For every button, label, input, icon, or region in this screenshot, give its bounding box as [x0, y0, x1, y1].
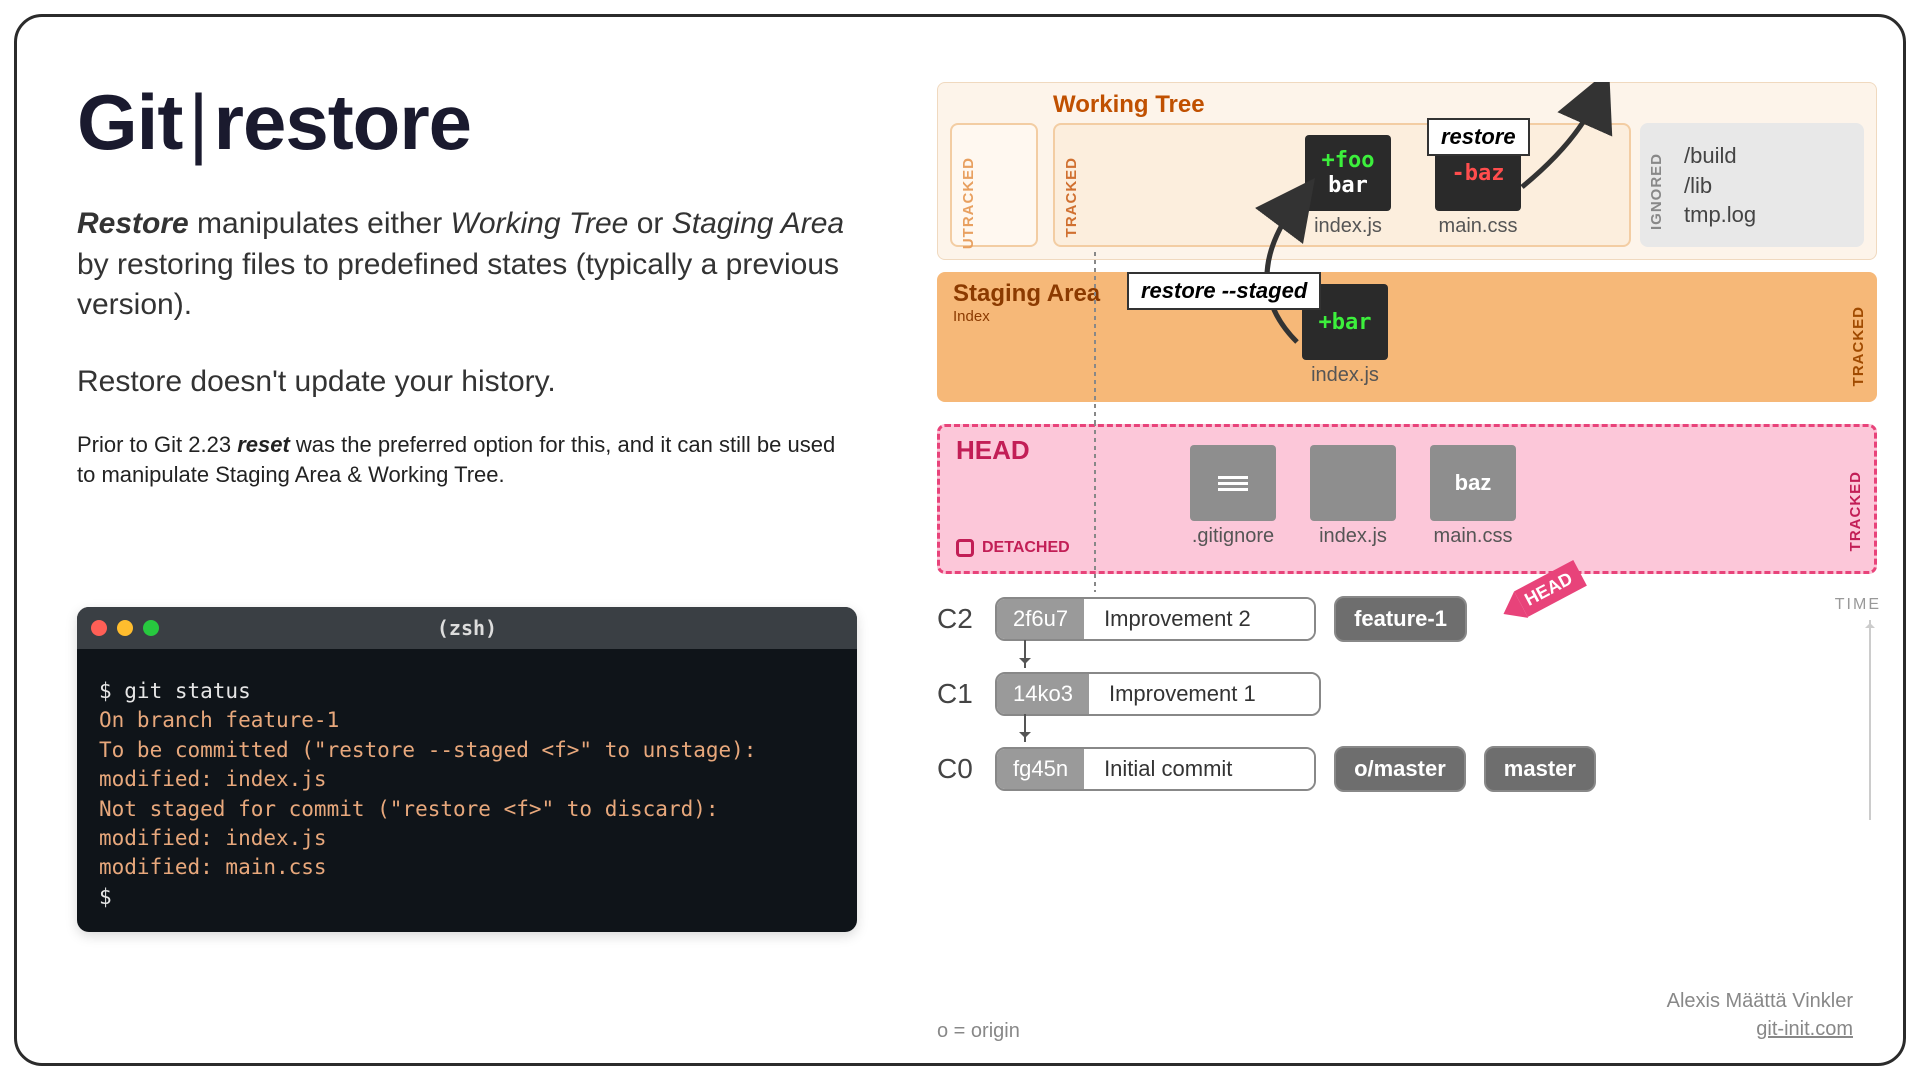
- commit-row: C2 2f6u7 Improvement 2 feature-1: [937, 596, 1877, 642]
- p1-bold: Restore: [77, 207, 189, 240]
- staging-title: Staging Area: [953, 280, 1100, 308]
- page-title: Git|restore: [77, 77, 857, 168]
- commit-arrow-icon: [1024, 640, 1026, 668]
- staging-tracked-label: TRACKED: [1850, 306, 1867, 386]
- branch-tag: feature-1: [1334, 596, 1467, 642]
- sub-paragraph: Prior to Git 2.23 reset was the preferre…: [77, 430, 857, 489]
- file-gitignore: .gitignore: [1190, 445, 1276, 548]
- untracked-box: UTRACKED: [950, 123, 1038, 247]
- head-title: HEAD: [956, 435, 1030, 466]
- terminal-line: Not staged for commit ("restore <f>" to …: [99, 795, 835, 824]
- detached-indicator: DETACHED: [956, 539, 1070, 557]
- untracked-label: UTRACKED: [960, 157, 977, 249]
- terminal-window: (zsh) $ git statusOn branch feature-1To …: [77, 607, 857, 932]
- title-cmd: restore: [214, 78, 471, 166]
- hamburger-icon: [1190, 445, 1276, 521]
- terminal-line: modified: main.css: [99, 853, 835, 882]
- head-zone: HEAD TRACKED DETACHED .gitignore index.j…: [937, 424, 1877, 574]
- commit-arrow-icon: [1024, 714, 1026, 742]
- staging-area-zone: Staging Area Index TRACKED +bar index.js: [937, 272, 1877, 402]
- note-paragraph: Restore doesn't update your history.: [77, 362, 857, 403]
- terminal-title: (zsh): [437, 616, 497, 640]
- working-tree-title: Working Tree: [1053, 91, 1205, 119]
- file-main-head: baz main.css: [1430, 445, 1516, 548]
- commit-pill: 14ko3 Improvement 1: [995, 672, 1321, 716]
- terminal-line: To be committed ("restore --staged <f>" …: [99, 736, 835, 765]
- head-tracked-label: TRACKED: [1847, 471, 1864, 551]
- title-pipe: |: [188, 78, 207, 166]
- origin-legend: o = origin: [937, 1020, 1020, 1043]
- terminal-line: modified: index.js: [99, 765, 835, 794]
- branch-tag: master: [1484, 746, 1596, 792]
- commit-row: C1 14ko3 Improvement 1: [937, 672, 1877, 716]
- terminal-line: modified: index.js: [99, 824, 835, 853]
- checkbox-icon: [956, 539, 974, 557]
- terminal-line: On branch feature-1: [99, 706, 835, 735]
- tracked-box: TRACKED +foobar index.js -baz main.css: [1053, 123, 1631, 247]
- working-tree-zone: Working Tree UTRACKED TRACKED +foobar in…: [937, 82, 1877, 260]
- title-app: Git: [77, 78, 182, 166]
- slide-frame: Git|restore Restore manipulates either W…: [14, 14, 1906, 1066]
- maximize-dot-icon: [143, 620, 159, 636]
- terminal-titlebar: (zsh): [77, 607, 857, 649]
- ignored-list: /build/libtmp.log: [1684, 141, 1756, 230]
- credit: Alexis Määttä Vinkler git-init.com: [1667, 987, 1853, 1043]
- terminal-line: $: [99, 883, 835, 912]
- restore-label: restore: [1427, 118, 1530, 156]
- intro-paragraph: Restore manipulates either Working Tree …: [77, 204, 857, 326]
- commit-row: C0 fg45n Initial commit o/mastermaster: [937, 746, 1877, 792]
- restore-staged-label: restore --staged: [1127, 272, 1321, 310]
- commit-graph: TIME C2 2f6u7 Improvement 2 feature-1C1 …: [937, 596, 1877, 792]
- terminal-line: $ git status: [99, 677, 835, 706]
- terminal-body: $ git statusOn branch feature-1To be com…: [77, 649, 857, 932]
- left-column: Git|restore Restore manipulates either W…: [77, 77, 857, 489]
- file-index-wt: +foobar index.js: [1305, 135, 1391, 238]
- commit-pill: fg45n Initial commit: [995, 747, 1316, 791]
- commit-pill: 2f6u7 Improvement 2: [995, 597, 1316, 641]
- file-index-head: index.js: [1310, 445, 1396, 548]
- tracked-label: TRACKED: [1063, 157, 1080, 237]
- diagram-area: Working Tree UTRACKED TRACKED +foobar in…: [937, 82, 1877, 822]
- ignored-label: IGNORED: [1648, 153, 1665, 230]
- ignored-box: IGNORED /build/libtmp.log: [1640, 123, 1864, 247]
- close-dot-icon: [91, 620, 107, 636]
- staging-subtitle: Index: [953, 308, 990, 325]
- minimize-dot-icon: [117, 620, 133, 636]
- branch-tag: o/master: [1334, 746, 1466, 792]
